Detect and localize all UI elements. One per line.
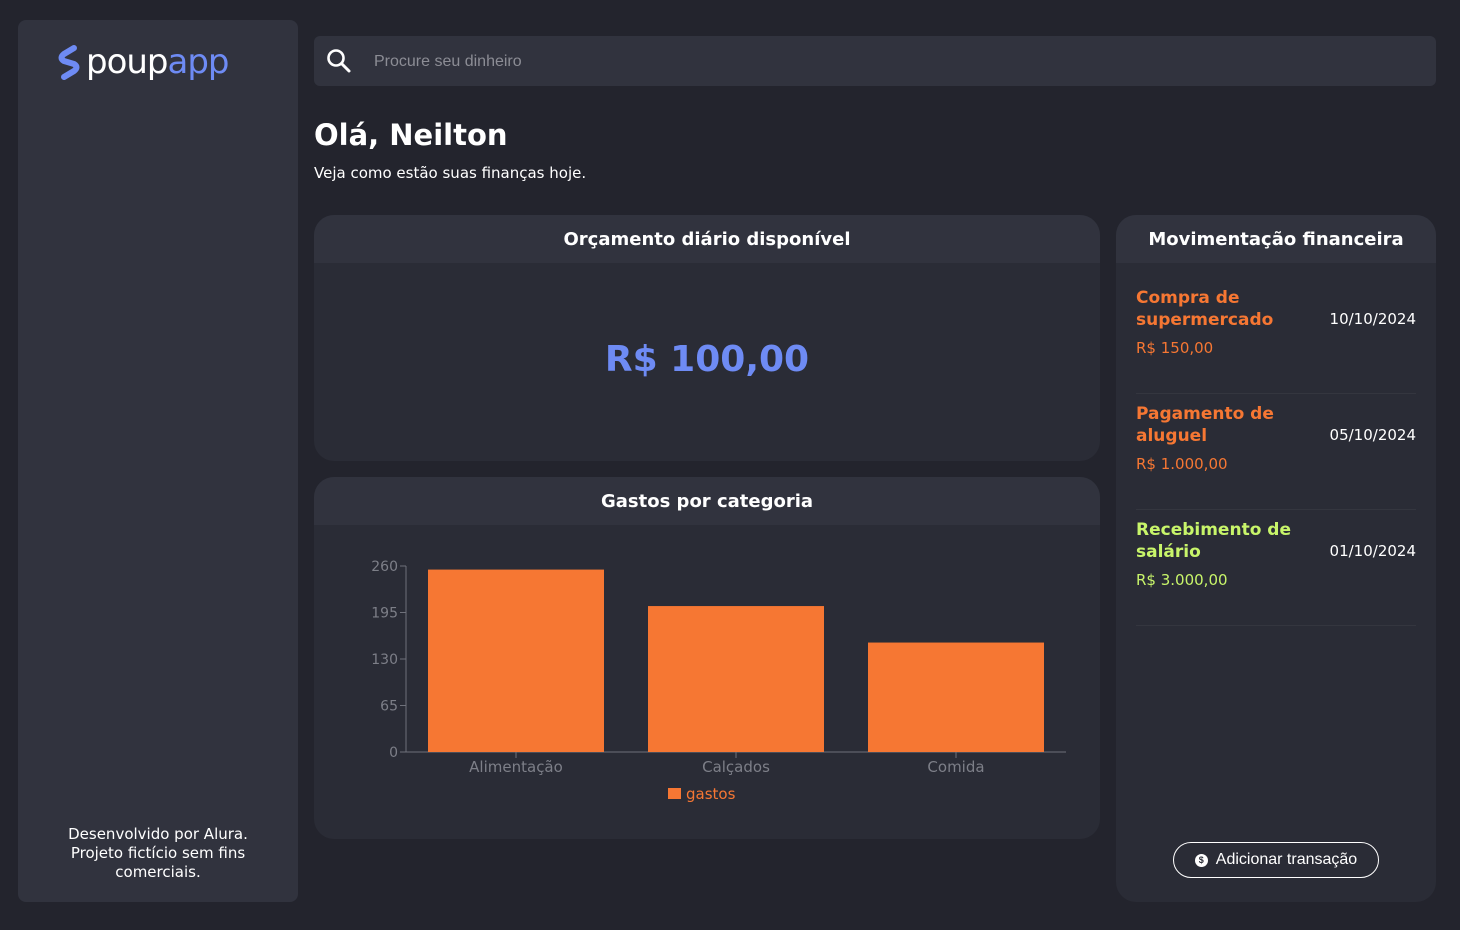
search-icon[interactable] bbox=[326, 48, 352, 74]
transaction-amount: R$ 1.000,00 bbox=[1136, 455, 1228, 473]
search-input[interactable] bbox=[372, 36, 1416, 88]
search-bar bbox=[314, 36, 1436, 88]
bar-2 bbox=[648, 606, 824, 752]
daily-budget-title: Orçamento diário disponível bbox=[314, 215, 1100, 263]
logo-text-part1: poup bbox=[86, 42, 169, 82]
y-tick-label: 65 bbox=[380, 699, 398, 715]
transaction-amount: R$ 3.000,00 bbox=[1136, 571, 1228, 589]
logo-text-part2: app bbox=[167, 42, 230, 82]
add-transaction-label: Adicionar transação bbox=[1215, 851, 1358, 868]
transaction-title: Compra de supermercado bbox=[1136, 288, 1274, 330]
transaction-date: 10/10/2024 bbox=[1329, 310, 1416, 328]
transaction-date: 05/10/2024 bbox=[1329, 426, 1416, 444]
page-title: Olá, Neilton bbox=[314, 118, 508, 152]
transaction-title: Pagamento de aluguel bbox=[1136, 404, 1274, 446]
y-tick-label: 130 bbox=[371, 652, 398, 668]
dollar-coin-icon: $ bbox=[1194, 853, 1208, 867]
bar-3 bbox=[868, 642, 1044, 752]
daily-budget-card: Orçamento diário disponível R$ 100,00 bbox=[314, 215, 1100, 461]
logo[interactable]: poupapp bbox=[56, 42, 230, 82]
expenses-chart-title: Gastos por categoria bbox=[314, 477, 1100, 525]
transaction-item[interactable]: Compra de supermercado R$ 150,00 10/10/202… bbox=[1136, 277, 1416, 394]
x-tick-label: Alimentação bbox=[469, 758, 563, 776]
legend-swatch bbox=[668, 788, 681, 799]
expenses-bar-chart: 0 65 130 195 260 Alimentação Calçados Comida gas… bbox=[371, 559, 1066, 803]
y-tick-label: 0 bbox=[389, 745, 398, 761]
sidebar-footer: Desenvolvido por Alura. Projeto fictício… bbox=[68, 825, 248, 881]
x-tick-label: Comida bbox=[927, 758, 984, 776]
daily-budget-value: R$ 100,00 bbox=[604, 339, 810, 380]
y-tick-label: 195 bbox=[371, 606, 398, 622]
y-tick-label: 260 bbox=[371, 559, 398, 575]
expenses-by-category-card: Gastos por categoria 0 65 130 195 260 Aliment… bbox=[314, 477, 1100, 839]
x-tick-label: Calçados bbox=[702, 758, 770, 776]
logo-text: poupapp bbox=[86, 42, 230, 82]
transaction-title: Recebimento de salário bbox=[1136, 520, 1291, 562]
transaction-date: 01/10/2024 bbox=[1329, 542, 1416, 560]
page-subtitle: Veja como estão suas finanças hoje. bbox=[314, 164, 587, 182]
bar-1 bbox=[428, 569, 604, 752]
transaction-item[interactable]: Recebimento de salário R$ 3.000,00 01/10/2… bbox=[1136, 509, 1416, 626]
logo-icon bbox=[58, 45, 80, 80]
sidebar: poupapp Desenvolvido por Alura. Projeto … bbox=[18, 20, 298, 902]
transactions-title: Movimentação financeira bbox=[1116, 215, 1436, 263]
legend-label: gastos bbox=[686, 785, 736, 803]
transactions-panel: Movimentação financeira Compra de superm… bbox=[1116, 215, 1436, 902]
transaction-amount: R$ 150,00 bbox=[1136, 339, 1214, 357]
transaction-item[interactable]: Pagamento de aluguel R$ 1.000,00 05/10/202… bbox=[1136, 393, 1416, 510]
add-transaction-button[interactable]: $ Adicionar transação bbox=[1173, 842, 1379, 878]
